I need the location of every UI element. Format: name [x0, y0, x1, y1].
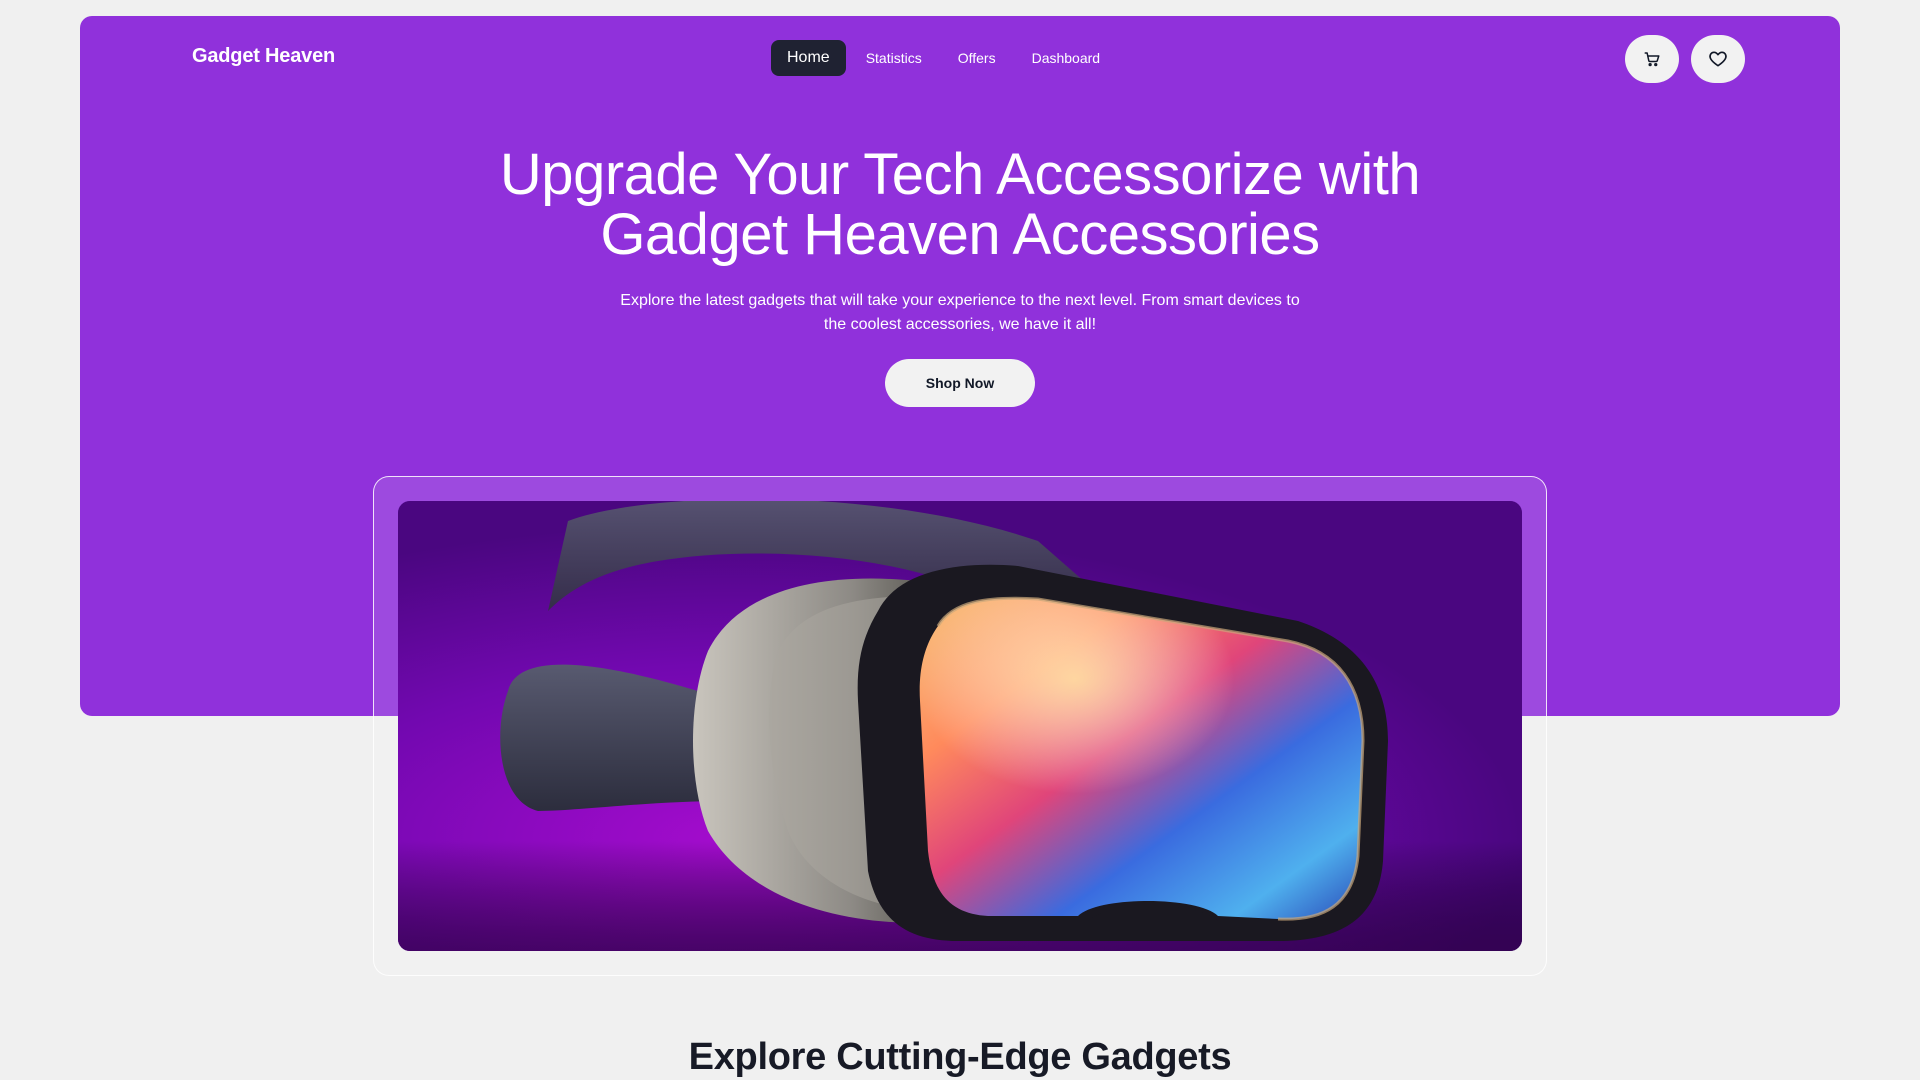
- cart-button[interactable]: [1625, 35, 1679, 83]
- hero-subtitle: Explore the latest gadgets that will tak…: [600, 289, 1320, 337]
- nav-link-home[interactable]: Home: [771, 40, 846, 76]
- heart-icon: [1709, 51, 1727, 67]
- nav-link-offers[interactable]: Offers: [942, 40, 1012, 76]
- nav-link-statistics[interactable]: Statistics: [850, 40, 938, 76]
- nav-link-dashboard[interactable]: Dashboard: [1016, 40, 1117, 76]
- vr-headset-illustration: [398, 501, 1522, 951]
- hero-title: Upgrade Your Tech Accessorize with Gadge…: [0, 145, 1920, 265]
- hero-subtitle-line-1: Explore the latest gadgets that will tak…: [620, 292, 1300, 309]
- hero-title-line-2: Gadget Heaven Accessories: [600, 202, 1320, 267]
- wishlist-button[interactable]: [1691, 35, 1745, 83]
- hero-title-line-1: Upgrade Your Tech Accessorize with: [499, 142, 1421, 207]
- vr-headset-image: [398, 501, 1522, 951]
- shop-now-button[interactable]: Shop Now: [885, 359, 1035, 407]
- section-title: Explore Cutting-Edge Gadgets: [688, 1036, 1232, 1078]
- navbar: Gadget Heaven Home Statistics Offers Das…: [80, 16, 1840, 100]
- nav-links: Home Statistics Offers Dashboard: [771, 40, 1116, 76]
- brand-logo[interactable]: Gadget Heaven: [192, 45, 335, 68]
- cart-icon: [1644, 52, 1660, 67]
- hero-subtitle-line-2: the coolest accessories, we have it all!: [823, 316, 1097, 333]
